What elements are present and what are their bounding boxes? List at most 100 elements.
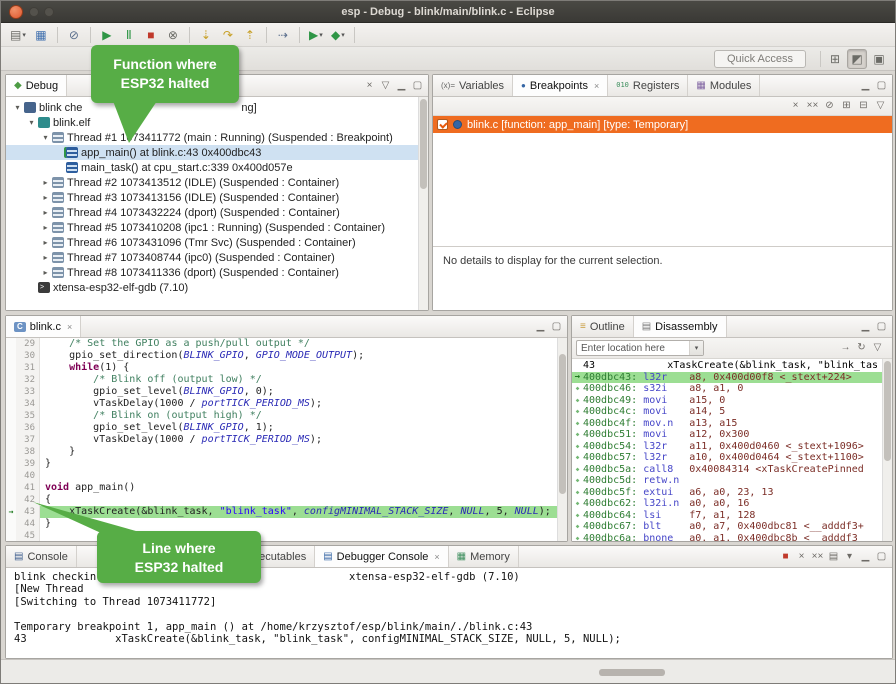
tab-registers[interactable]: 010Registers [608, 75, 688, 96]
tab-memory[interactable]: ▦Memory [449, 546, 519, 567]
tree-expander-icon[interactable]: ▸ [40, 253, 51, 262]
line-number[interactable]: 34 [16, 398, 40, 410]
code-line[interactable]: 33 gpio_set_level(BLINK_GPIO, 0); [6, 386, 557, 398]
suspend-button[interactable]: Ⅱ [119, 25, 139, 45]
maximize-icon[interactable]: ▢ [411, 81, 424, 91]
line-number[interactable]: 41 [16, 482, 40, 494]
line-number[interactable]: 31 [16, 362, 40, 374]
horizontal-scrollbar-thumb[interactable] [599, 669, 665, 676]
maximize-icon[interactable]: ▢ [875, 81, 888, 91]
line-number[interactable]: 29 [16, 338, 40, 350]
code-line[interactable]: 39} [6, 458, 557, 470]
expand-all-icon[interactable]: ⊞ [840, 101, 853, 111]
view-menu-icon[interactable]: ▽ [874, 101, 887, 111]
close-tab-icon[interactable]: × [67, 322, 72, 332]
tab-variables[interactable]: (x)=Variables [433, 75, 513, 96]
scrollbar-thumb[interactable] [420, 99, 427, 189]
line-number[interactable]: 33 [16, 386, 40, 398]
code-line[interactable]: 34 vTaskDelay(1000 / portTICK_PERIOD_MS)… [6, 398, 557, 410]
debug-tree-row[interactable]: ▸Thread #7 1073408744 (ipc0) (Suspended … [6, 250, 418, 265]
minimize-icon[interactable]: ▁ [395, 81, 408, 91]
code-line[interactable]: 30 gpio_set_direction(BLINK_GPIO, GPIO_M… [6, 350, 557, 362]
breakpoints-list[interactable]: blink.c [function: app_main] [type: Temp… [433, 116, 892, 246]
tab-blink-c[interactable]: Cblink.c× [6, 316, 81, 337]
debug-tree-row[interactable]: ▸Thread #4 1073432224 (dport) (Suspended… [6, 205, 418, 220]
code-line[interactable]: 41void app_main() [6, 482, 557, 494]
debug-tree-row[interactable]: xtensa-esp32-elf-gdb (7.10) [6, 280, 418, 295]
debug-tree-row[interactable]: ▸Thread #2 1073413512 (IDLE) (Suspended … [6, 175, 418, 190]
instruction-stepping-button[interactable]: ⇢ [273, 25, 293, 45]
show-breakpoints-supported-icon[interactable]: ⊘ [823, 101, 836, 111]
scrollbar-thumb[interactable] [884, 361, 891, 461]
minimize-icon[interactable]: ▁ [859, 552, 872, 562]
line-number[interactable]: 40 [16, 470, 40, 482]
line-number[interactable]: 32 [16, 374, 40, 386]
debug-tree-row[interactable]: ▾Thread #1 1073411772 (main : Running) (… [6, 130, 418, 145]
terminate-button[interactable]: ■ [141, 25, 161, 45]
quick-access-button[interactable]: Quick Access [714, 50, 806, 68]
code-line[interactable]: 29 /* Set the GPIO as a push/pull output… [6, 338, 557, 350]
tab-breakpoints[interactable]: ●Breakpoints× [513, 75, 608, 96]
maximize-icon[interactable]: ▢ [550, 322, 563, 332]
breakpoint-checkbox[interactable] [437, 119, 448, 130]
save-button[interactable]: ▦ [31, 25, 51, 45]
disconnect-button[interactable]: ⊗ [163, 25, 183, 45]
tree-expander-icon[interactable]: ▾ [12, 103, 23, 112]
line-number[interactable]: 38 [16, 446, 40, 458]
new-button[interactable]: ▤▾ [7, 25, 29, 45]
clear-console-icon[interactable]: ▤ [827, 552, 840, 562]
code-line[interactable]: 37 vTaskDelay(1000 / portTICK_PERIOD_MS)… [6, 434, 557, 446]
disassembly-content[interactable]: 43 xTaskCreate(&blink_task, "blink_tas→4… [572, 359, 892, 541]
remove-all-breakpoints-icon[interactable]: ×× [806, 101, 819, 111]
maximize-window-button[interactable] [44, 7, 54, 17]
remove-selected-breakpoints-icon[interactable]: × [789, 101, 802, 111]
debug-tree-row[interactable]: ▾blink.elf [6, 115, 418, 130]
scrollbar-thumb[interactable] [559, 354, 566, 494]
debug-tree-row[interactable]: main_task() at cpu_start.c:339 0x400d057… [6, 160, 418, 175]
tab-debugger-console[interactable]: ▤Debugger Console× [315, 546, 448, 567]
line-number[interactable]: 39 [16, 458, 40, 470]
remove-launch-icon[interactable]: × [795, 552, 808, 562]
tree-expander-icon[interactable]: ▸ [40, 238, 51, 247]
go-to-pc-icon[interactable]: → [839, 343, 852, 353]
breakpoint-row[interactable]: blink.c [function: app_main] [type: Temp… [433, 116, 892, 133]
debug-perspective-button[interactable]: ◩ [847, 49, 867, 69]
minimize-window-button[interactable] [29, 7, 39, 17]
tree-expander-icon[interactable]: ▾ [40, 133, 51, 142]
editor-scrollbar[interactable] [557, 338, 567, 541]
tree-expander-icon[interactable]: ▾ [26, 118, 37, 127]
line-number[interactable]: 35 [16, 410, 40, 422]
debug-tree-row[interactable]: ▸Thread #6 1073431096 (Tmr Svc) (Suspend… [6, 235, 418, 250]
debug-scrollbar[interactable] [418, 97, 428, 310]
tree-expander-icon[interactable]: ▸ [40, 208, 51, 217]
location-combo[interactable]: Enter location here ▾ [576, 340, 704, 356]
disassembly-scrollbar[interactable] [882, 359, 892, 541]
tab-modules[interactable]: ▦Modules [688, 75, 760, 96]
resume-button[interactable]: ▶ [97, 25, 117, 45]
tree-expander-icon[interactable]: ▸ [40, 193, 51, 202]
code-line[interactable]: 31 while(1) { [6, 362, 557, 374]
cpp-perspective-button[interactable]: ▣ [869, 49, 889, 69]
remove-all-terminated-icon[interactable]: × [363, 81, 376, 91]
debug-tree-row[interactable]: ▸Thread #5 1073410208 (ipc1 : Running) (… [6, 220, 418, 235]
combo-dropdown-icon[interactable]: ▾ [689, 341, 703, 355]
tab-debug[interactable]: ◆Debug [6, 75, 67, 96]
code-line[interactable]: 40 [6, 470, 557, 482]
view-menu-icon[interactable]: ▽ [871, 343, 884, 353]
code-line[interactable]: 32 /* Blink off (output low) */ [6, 374, 557, 386]
close-window-button[interactable] [9, 5, 23, 19]
tree-expander-icon[interactable]: ▸ [40, 268, 51, 277]
minimize-icon[interactable]: ▁ [859, 322, 872, 332]
open-perspective-button[interactable]: ⊞ [825, 49, 845, 69]
debug-tree-row[interactable]: ▸Thread #8 1073411336 (dport) (Suspended… [6, 265, 418, 280]
step-return-button[interactable]: ⇡ [240, 25, 260, 45]
tab-outline[interactable]: ≡Outline [572, 316, 634, 337]
collapse-all-icon[interactable]: ⊟ [857, 101, 870, 111]
debug-button[interactable]: ◆▾ [328, 25, 348, 45]
code-line[interactable]: 35 /* Blink on (output high) */ [6, 410, 557, 422]
code-line[interactable]: 36 gpio_set_level(BLINK_GPIO, 1); [6, 422, 557, 434]
display-selected-console-icon[interactable]: ▾ [843, 552, 856, 562]
tab-console[interactable]: ▤Console [6, 546, 77, 567]
debug-tree-row[interactable]: app_main() at blink.c:43 0x400dbc43 [6, 145, 418, 160]
step-into-button[interactable]: ⇣ [196, 25, 216, 45]
